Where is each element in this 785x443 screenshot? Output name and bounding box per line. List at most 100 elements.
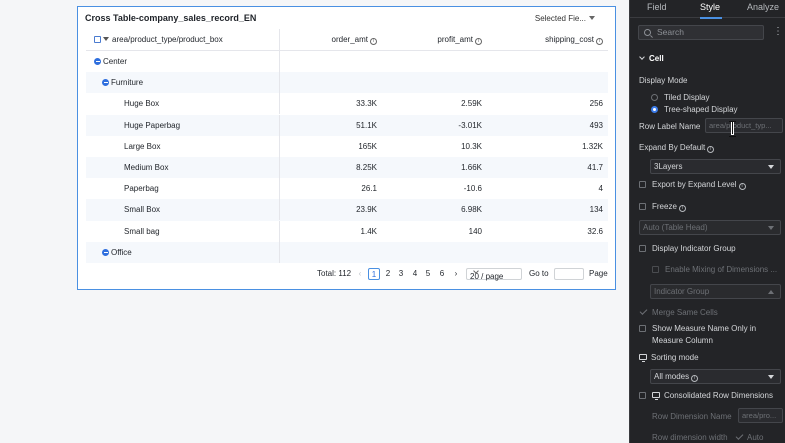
info-icon[interactable]: i: [691, 375, 699, 382]
search-icon: [644, 29, 651, 36]
info-icon[interactable]: i: [370, 38, 377, 45]
enable-mixing-label: Enable Mixing of Dimensions ...: [665, 265, 778, 274]
column-header-order-amt[interactable]: order_amt i: [280, 29, 377, 51]
info-icon[interactable]: i: [678, 205, 686, 212]
tree-icon[interactable]: [94, 36, 101, 43]
expand-default-select[interactable]: 3Layers: [650, 159, 781, 174]
value-cell: 8.25K: [356, 162, 377, 172]
chevron-down-icon[interactable]: [103, 37, 109, 41]
goto-page-input[interactable]: [554, 268, 584, 280]
table-row: Medium Box 8.25K 1.66K 41.7: [86, 156, 608, 179]
table-row: Paperbag 26.1 -10.6 4: [86, 178, 608, 200]
info-icon[interactable]: i: [738, 183, 746, 190]
info-icon[interactable]: i: [596, 38, 603, 45]
tab-style[interactable]: Style: [700, 1, 720, 13]
row-dimension-name-label: Row Dimension Name: [652, 412, 732, 421]
selected-fields-dropdown[interactable]: Selected Fie...: [535, 14, 595, 23]
check-icon[interactable]: [735, 432, 744, 440]
active-tab-indicator: [700, 17, 722, 19]
row-dimension-name-input[interactable]: area/pro...: [738, 408, 783, 423]
merge-same-cells-label: Merge Same Cells: [652, 308, 718, 317]
pagination: Total: 112 ‹ 1 2 3 4 5 6 › 20 / page Go …: [78, 266, 615, 282]
freeze-select-value: Auto (Table Head): [643, 223, 708, 232]
row-label-name-input[interactable]: area/product_typ...: [705, 118, 783, 133]
row-label-cell: Small bag: [86, 220, 280, 242]
row-label: Center: [103, 57, 128, 66]
sorting-mode-select[interactable]: All modes i: [650, 369, 781, 384]
chevron-down-icon: [639, 54, 645, 60]
section-cell-header[interactable]: Cell: [639, 54, 664, 63]
indicator-group-value: Indicator Group: [654, 287, 710, 296]
display-indicator-group-checkbox[interactable]: [639, 245, 646, 252]
monitor-icon: [652, 392, 660, 400]
consolidated-row-dims-checkbox[interactable]: [639, 392, 646, 399]
search-input[interactable]: Search: [638, 25, 764, 40]
check-icon[interactable]: [639, 307, 648, 315]
page-button-4[interactable]: 4: [409, 266, 421, 282]
display-mode-label: Display Mode: [639, 76, 688, 85]
table-row: Center: [86, 51, 608, 72]
indicator-group-select[interactable]: Indicator Group: [650, 284, 781, 299]
chevron-down-icon: [768, 375, 774, 379]
column-header-shipping-cost[interactable]: shipping_cost i: [482, 29, 603, 51]
consolidated-row-dims-text: Consolidated Row Dimensions: [664, 391, 773, 400]
export-expand-checkbox[interactable]: [639, 181, 646, 188]
freeze-text: Freeze: [652, 202, 677, 211]
page-size-select[interactable]: 20 / page: [466, 268, 522, 281]
row-label-cell[interactable]: Center: [86, 51, 280, 72]
row-label-cell: Large Box: [86, 135, 280, 157]
prev-page-button[interactable]: ‹: [354, 266, 366, 282]
row-label-cell[interactable]: Office: [86, 241, 280, 263]
table-row: Office: [86, 241, 608, 263]
cross-table: area/product_type/product_box order_amt i…: [86, 29, 608, 263]
tiled-display-label[interactable]: Tiled Display: [664, 93, 710, 102]
tiled-display-radio[interactable]: [651, 94, 658, 101]
consolidated-row-dims-label: Consolidated Row Dimensions: [652, 391, 773, 400]
next-page-button[interactable]: ›: [450, 266, 462, 282]
row-label-cell: Huge Paperbag: [86, 114, 280, 136]
tree-display-label[interactable]: Tree-shaped Display: [664, 105, 738, 114]
show-measure-name-checkbox[interactable]: [639, 325, 646, 332]
collapse-icon[interactable]: [102, 248, 109, 256]
row-dimension-width-label: Row dimension width: [652, 433, 728, 442]
table-row: Small Box 23.9K 6.98K 134: [86, 199, 608, 221]
value-cell: 41.7: [587, 162, 603, 172]
card-title: Cross Table-company_sales_record_EN: [85, 13, 257, 23]
tree-display-radio[interactable]: [651, 106, 658, 113]
freeze-select[interactable]: Auto (Table Head): [639, 220, 781, 235]
info-icon[interactable]: i: [475, 38, 482, 45]
page-button-3[interactable]: 3: [395, 266, 407, 282]
collapse-icon[interactable]: [102, 79, 109, 87]
chevron-up-icon: [768, 290, 774, 294]
row-label-cell[interactable]: Furniture: [86, 72, 280, 94]
freeze-checkbox[interactable]: [639, 203, 646, 210]
collapse-icon[interactable]: [94, 58, 101, 65]
tab-field[interactable]: Field: [647, 1, 667, 13]
row-label-cell: Paperbag: [86, 178, 280, 200]
page-button-1[interactable]: 1: [368, 268, 380, 280]
column-header-label: profit_amt: [437, 35, 473, 44]
expand-default-text: Expand By Default: [639, 143, 706, 152]
page-button-6[interactable]: 6: [436, 266, 448, 282]
auto-label: Auto: [747, 433, 764, 442]
row-label: Office: [111, 247, 132, 257]
tab-analyze[interactable]: Analyze: [747, 1, 779, 13]
info-icon[interactable]: i: [707, 146, 715, 153]
row-header-cell[interactable]: area/product_type/product_box: [86, 29, 280, 51]
show-measure-name-label-2: Measure Column: [652, 336, 713, 345]
table-header: area/product_type/product_box order_amt i…: [86, 29, 608, 51]
column-header-label: order_amt: [331, 35, 368, 44]
enable-mixing-checkbox[interactable]: [652, 266, 659, 273]
selected-fields-label: Selected Fie...: [534, 14, 586, 23]
column-header-profit-amt[interactable]: profit_amt i: [377, 29, 482, 51]
page-button-2[interactable]: 2: [382, 266, 394, 282]
value-cell: 134: [589, 205, 603, 215]
expand-default-value: 3Layers: [654, 162, 683, 171]
page-button-5[interactable]: 5: [422, 266, 434, 282]
row-label: Huge Box: [124, 99, 160, 109]
row-label-cell: Medium Box: [86, 156, 280, 178]
row-label: Small bag: [124, 226, 160, 236]
cross-table-card[interactable]: Cross Table-company_sales_record_EN Sele…: [77, 6, 616, 290]
section-title: Cell: [649, 54, 664, 63]
more-icon[interactable]: ⋮: [773, 26, 783, 38]
